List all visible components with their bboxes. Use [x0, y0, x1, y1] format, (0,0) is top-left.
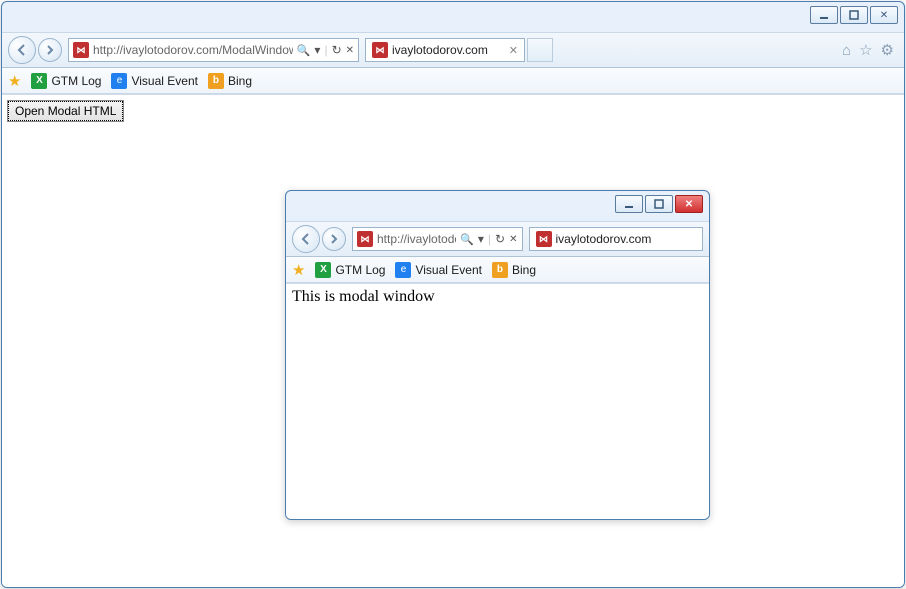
dropdown-icon[interactable]: ▾	[478, 232, 484, 246]
new-tab-button[interactable]	[527, 38, 553, 62]
bookmark-visual-event[interactable]: e Visual Event	[111, 73, 198, 89]
maximize-button[interactable]	[840, 6, 868, 24]
browser-tab[interactable]: ⋈ ivaylotodorov.com	[529, 227, 704, 251]
forward-button[interactable]	[38, 38, 62, 62]
refresh-icon[interactable]: ↻	[495, 232, 505, 246]
gtm-icon: X	[315, 262, 331, 278]
tab-favicon: ⋈	[536, 231, 552, 247]
bookmark-gtm[interactable]: X GTM Log	[315, 262, 385, 278]
tools-icon[interactable]: ⚙	[881, 41, 894, 59]
tab-favicon: ⋈	[372, 42, 388, 58]
favorites-icon[interactable]: ☆	[859, 41, 872, 59]
home-icon[interactable]: ⌂	[842, 42, 851, 59]
close-button[interactable]: ✕	[675, 195, 703, 213]
close-icon: ✕	[685, 199, 693, 210]
modal-titlebar: ✕	[286, 191, 709, 221]
minimize-button[interactable]	[810, 6, 838, 24]
bookmark-bing[interactable]: b Bing	[492, 262, 536, 278]
address-bar[interactable]: ⋈ http://ivaylotodorov.com/ModalWindow/M…	[68, 38, 359, 62]
bookmark-label: GTM Log	[51, 74, 101, 88]
forward-button[interactable]	[322, 227, 346, 251]
addr-controls: 🔍 ▾ | ↻ ✕	[297, 43, 354, 57]
bookmark-label: Bing	[512, 263, 536, 277]
bookmarks-bar: ★ X GTM Log e Visual Event b Bing	[286, 257, 709, 283]
minimize-button[interactable]	[615, 195, 643, 213]
refresh-icon[interactable]: ↻	[332, 43, 342, 57]
bookmarks-bar: ★ X GTM Log e Visual Event b Bing	[2, 68, 904, 94]
close-icon: ✕	[880, 10, 888, 21]
bookmark-label: GTM Log	[335, 263, 385, 277]
bookmark-bing[interactable]: b Bing	[208, 73, 252, 89]
bookmark-label: Visual Event	[415, 263, 482, 277]
back-button[interactable]	[292, 225, 320, 253]
address-bar[interactable]: ⋈ http://ivaylotodo... 🔍 ▾ | ↻ ✕	[352, 227, 523, 251]
addr-controls: 🔍 ▾ | ↻ ✕	[460, 232, 517, 246]
search-icon[interactable]: 🔍	[460, 233, 474, 246]
modal-browser-window: ✕ ⋈ http://ivaylotodo... 🔍 ▾ | ↻ ✕ ⋈ iva…	[285, 190, 710, 520]
ie-icon: e	[395, 262, 411, 278]
tab-title: ivaylotodorov.com	[392, 43, 505, 57]
ie-icon: e	[111, 73, 127, 89]
site-favicon: ⋈	[73, 42, 89, 58]
main-titlebar: ✕	[2, 2, 904, 32]
modal-page-content: This is modal window	[286, 283, 709, 519]
close-button[interactable]: ✕	[870, 6, 898, 24]
tab-title: ivaylotodorov.com	[556, 232, 697, 246]
tab-close-icon[interactable]: ✕	[509, 44, 518, 57]
dropdown-icon[interactable]: ▾	[314, 43, 320, 57]
back-button[interactable]	[8, 36, 36, 64]
bing-icon: b	[492, 262, 508, 278]
url-text: http://ivaylotodo...	[377, 232, 456, 246]
bing-icon: b	[208, 73, 224, 89]
gtm-icon: X	[31, 73, 47, 89]
search-icon[interactable]: 🔍	[297, 44, 311, 57]
site-favicon: ⋈	[357, 231, 373, 247]
add-favorite-icon[interactable]: ★	[292, 261, 305, 279]
bookmark-label: Bing	[228, 74, 252, 88]
modal-body-text: This is modal window	[292, 288, 435, 305]
stop-icon[interactable]: ✕	[509, 234, 517, 245]
maximize-button[interactable]	[645, 195, 673, 213]
url-text: http://ivaylotodorov.com/ModalWindow/Mod…	[93, 43, 293, 57]
bookmark-label: Visual Event	[131, 74, 198, 88]
bookmark-visual-event[interactable]: e Visual Event	[395, 262, 482, 278]
chrome-right-icons: ⌂ ☆ ⚙	[838, 41, 898, 59]
open-modal-button[interactable]: Open Modal HTML	[8, 101, 123, 121]
bookmark-gtm[interactable]: X GTM Log	[31, 73, 101, 89]
main-navbar: ⋈ http://ivaylotodorov.com/ModalWindow/M…	[2, 32, 904, 68]
add-favorite-icon[interactable]: ★	[8, 72, 21, 90]
modal-navbar: ⋈ http://ivaylotodo... 🔍 ▾ | ↻ ✕ ⋈ ivayl…	[286, 221, 709, 257]
browser-tab[interactable]: ⋈ ivaylotodorov.com ✕	[365, 38, 525, 62]
stop-icon[interactable]: ✕	[346, 45, 354, 56]
